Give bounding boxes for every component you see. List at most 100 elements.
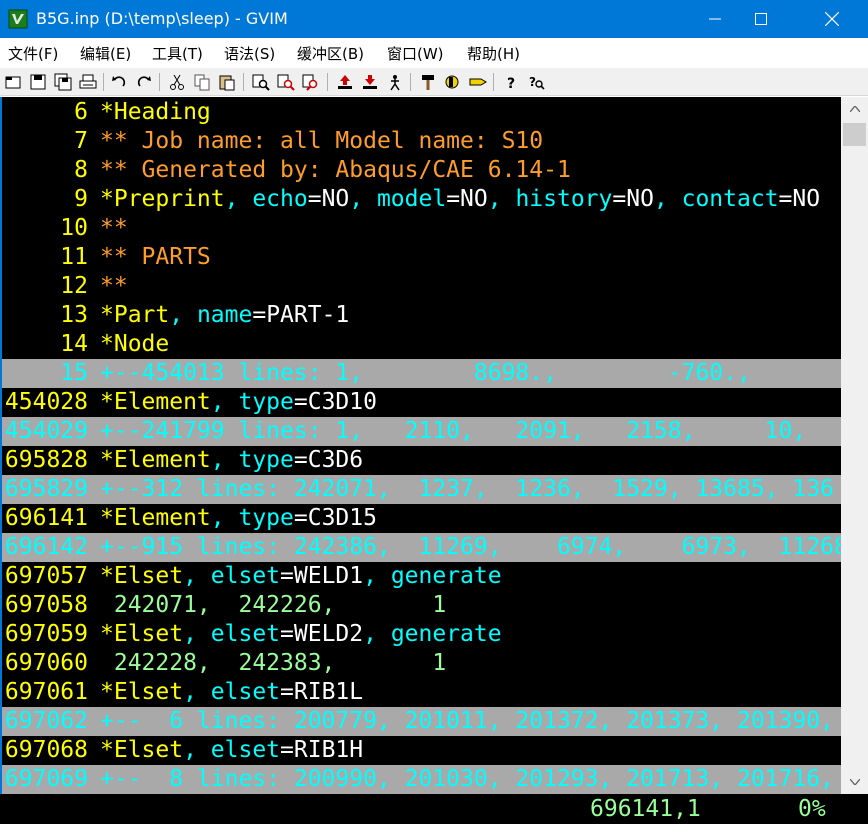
scroll-thumb[interactable] [843, 123, 866, 146]
code-line[interactable]: 11 ** PARTS [2, 243, 841, 272]
code-line[interactable]: 8 ** Generated by: Abaqus/CAE 6.14-1 [2, 156, 841, 185]
menu-file[interactable]: 文件(F) [8, 43, 58, 64]
save-all-icon[interactable] [54, 73, 72, 91]
line-number: 697062 [4, 708, 88, 734]
save-session-icon[interactable] [361, 73, 379, 91]
save-icon[interactable] [29, 73, 47, 91]
run-ctags-icon[interactable] [444, 73, 462, 91]
fold-line[interactable]: 697069 +-- 8 lines: 200990, 201030, 20129… [2, 765, 841, 794]
code-token: =C3D15 [293, 505, 377, 531]
jump-tag-icon[interactable] [469, 73, 487, 91]
code-line[interactable]: 697059 *Elset, elset=WELD2, generate [2, 620, 841, 649]
line-number: 13 [60, 302, 88, 328]
minimize-button[interactable] [692, 0, 738, 38]
paste-icon[interactable] [218, 73, 236, 91]
code-line[interactable]: 13 *Part, name=PART-1 [2, 301, 841, 330]
code-token: 242228, 242383, 1 [100, 650, 447, 676]
menu-buffers[interactable]: 缓冲区(B) [297, 43, 364, 64]
line-number: 697058 [4, 592, 88, 618]
code-line[interactable]: 6 *Heading [2, 98, 841, 127]
code-line[interactable]: 697058 242071, 242226, 1 [2, 591, 841, 620]
code-line[interactable]: 10 ** [2, 214, 841, 243]
code-token: =WELD1 [280, 563, 364, 589]
find-help-icon[interactable]: ? [527, 73, 545, 91]
title-bar[interactable]: B5G.inp (D:\temp\sleep) - GVIM [0, 0, 868, 38]
fold-summary: +--454013 lines: 1, 8698., -760., [100, 360, 751, 386]
scroll-up-button[interactable] [841, 97, 868, 121]
code-line[interactable]: 14 *Node [2, 330, 841, 359]
maximize-icon [755, 13, 767, 25]
line-number: 697059 [4, 621, 88, 647]
menu-window[interactable]: 窗口(W) [387, 43, 444, 64]
undo-icon[interactable] [110, 73, 128, 91]
close-icon [825, 12, 839, 26]
code-token: =C3D10 [293, 389, 377, 415]
find-replace-icon[interactable] [252, 73, 270, 91]
code-line[interactable]: 697057 *Elset, elset=WELD1, generate [2, 562, 841, 591]
menu-edit[interactable]: 编辑(E) [80, 43, 131, 64]
code-token: ** PARTS [100, 244, 211, 270]
copy-icon[interactable] [193, 73, 211, 91]
code-line[interactable]: 12 ** [2, 272, 841, 301]
toolbar-separator [243, 73, 244, 91]
code-token: *Preprint [100, 186, 225, 212]
code-token: *Element [100, 389, 211, 415]
cursor-position: 696141,1 [590, 796, 701, 822]
menu-syntax[interactable]: 语法(S) [224, 43, 275, 64]
fold-line[interactable]: 697062 +-- 6 lines: 200779, 201011, 20137… [2, 707, 841, 736]
code-token: =RIB1H [280, 737, 364, 763]
code-line[interactable]: 697061 *Elset, elset=RIB1L [2, 678, 841, 707]
code-line[interactable]: 696141 *Element, type=C3D15 [2, 504, 841, 533]
code-token: , elset [183, 737, 281, 763]
fold-line[interactable]: 695829 +--312 lines: 242071, 1237, 1236, … [2, 475, 841, 504]
menu-tools[interactable]: 工具(T) [152, 43, 203, 64]
make-icon[interactable] [419, 73, 437, 91]
find-prev-icon[interactable] [302, 73, 320, 91]
code-line[interactable]: 7 ** Job name: all Model name: S10 [2, 127, 841, 156]
line-number: 696142 [4, 534, 88, 560]
find-next-icon[interactable] [277, 73, 295, 91]
code-line[interactable]: 9 *Preprint, echo=NO, model=NO, history=N… [2, 185, 841, 214]
fold-line[interactable]: 454029 +--241799 lines: 1, 2110, 2091, 21… [2, 417, 841, 446]
menu-bar: 文件(F) 编辑(E) 工具(T) 语法(S) 缓冲区(B) 窗口(W) 帮助(… [0, 38, 868, 68]
code-token: , generate [363, 621, 502, 647]
toolbar-separator [493, 73, 494, 91]
code-token: , name [169, 302, 253, 328]
code-line[interactable]: 697060 242228, 242383, 1 [2, 649, 841, 678]
close-button[interactable] [809, 0, 855, 38]
run-script-icon[interactable] [386, 73, 404, 91]
vertical-scrollbar[interactable] [841, 97, 868, 794]
menu-help[interactable]: 帮助(H) [467, 43, 520, 64]
toolbar-separator [327, 73, 328, 91]
maximize-button[interactable] [738, 0, 784, 38]
code-token: =NO [778, 186, 821, 212]
cut-icon[interactable] [168, 73, 186, 91]
line-number: 15 [60, 360, 88, 386]
toolbar-separator [103, 73, 104, 91]
line-number: 7 [74, 128, 88, 154]
toolbar-separator [159, 73, 160, 91]
fold-line[interactable]: 15 +--454013 lines: 1, 8698., -760., [2, 359, 841, 388]
code-line[interactable]: 454028 *Element, type=C3D10 [2, 388, 841, 417]
code-token: , echo [224, 186, 308, 212]
code-token: , contact [653, 186, 779, 212]
code-line[interactable]: 697068 *Elset, elset=RIB1H [2, 736, 841, 765]
code-line[interactable]: 695828 *Element, type=C3D6 [2, 446, 841, 475]
line-number: 11 [60, 244, 88, 270]
open-icon[interactable] [4, 73, 22, 91]
vim-icon[interactable] [8, 9, 28, 29]
code-token: *Elset [100, 679, 184, 705]
code-token: =NO [446, 186, 488, 212]
redo-icon[interactable] [135, 73, 153, 91]
code-token: *Element [100, 447, 211, 473]
help-icon[interactable]: ? [502, 73, 520, 91]
line-number: 10 [60, 215, 88, 241]
scroll-down-button[interactable] [841, 770, 868, 794]
load-session-icon[interactable] [336, 73, 354, 91]
status-line: 696141,1 0% [0, 794, 868, 824]
editor-area[interactable]: 6 *Heading 7 ** Job name: all Model name: S… [0, 97, 841, 794]
print-icon[interactable] [79, 73, 97, 91]
fold-line[interactable]: 696142 +--915 lines: 242386, 11269, 6974,… [2, 533, 841, 562]
code-token: , type [210, 447, 294, 473]
line-number: 12 [60, 273, 88, 299]
